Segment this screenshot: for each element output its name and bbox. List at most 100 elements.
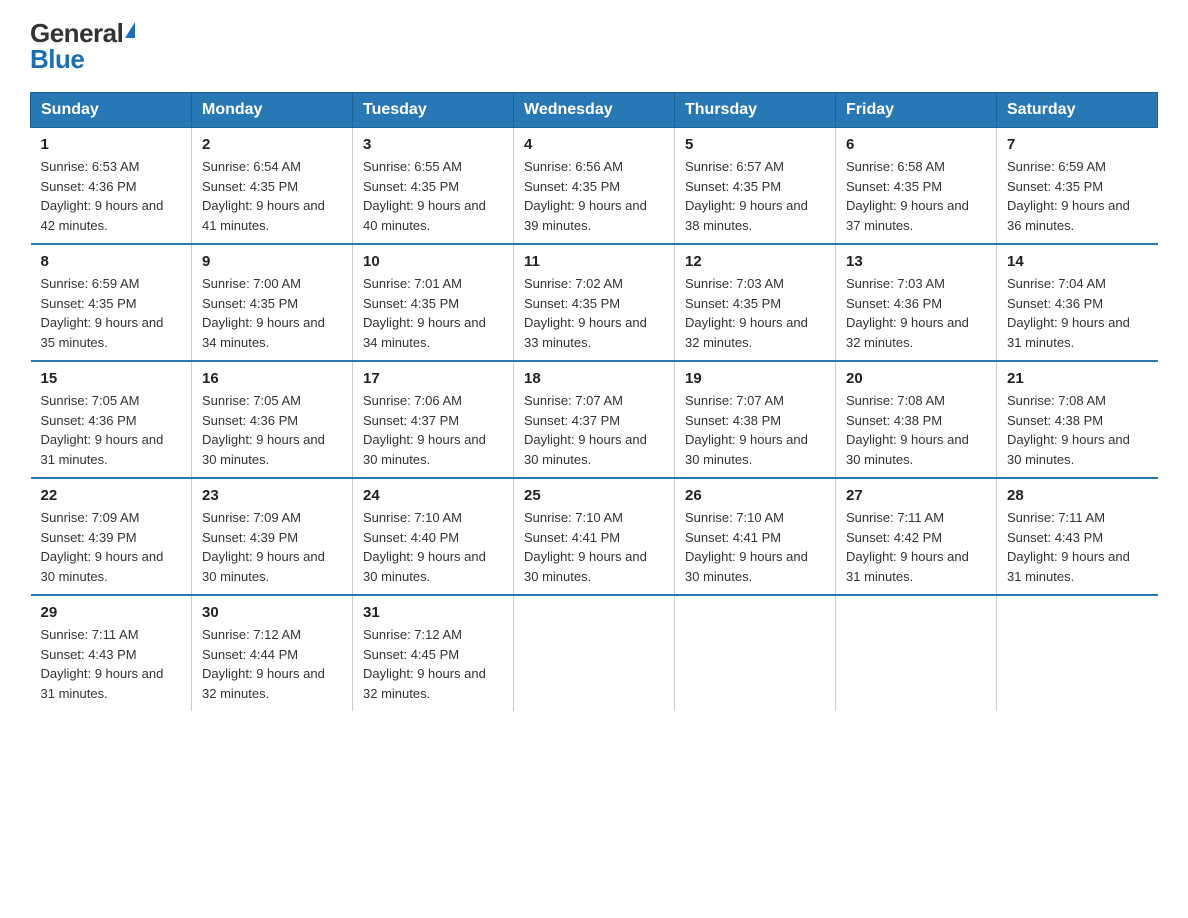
day-number: 28 (1007, 487, 1148, 504)
day-info: Sunrise: 7:07 AMSunset: 4:37 PMDaylight:… (524, 393, 647, 467)
day-info: Sunrise: 6:56 AMSunset: 4:35 PMDaylight:… (524, 159, 647, 233)
day-number: 16 (202, 370, 342, 387)
calendar-day-cell: 10 Sunrise: 7:01 AMSunset: 4:35 PMDaylig… (353, 244, 514, 361)
day-number: 24 (363, 487, 503, 504)
calendar-day-cell: 23 Sunrise: 7:09 AMSunset: 4:39 PMDaylig… (192, 478, 353, 595)
day-number: 26 (685, 487, 825, 504)
day-info: Sunrise: 6:57 AMSunset: 4:35 PMDaylight:… (685, 159, 808, 233)
logo-general-text: General (30, 20, 123, 46)
weekday-header-friday: Friday (836, 93, 997, 128)
day-number: 27 (846, 487, 986, 504)
weekday-header-monday: Monday (192, 93, 353, 128)
calendar-day-cell: 16 Sunrise: 7:05 AMSunset: 4:36 PMDaylig… (192, 361, 353, 478)
day-number: 1 (41, 136, 182, 153)
day-number: 10 (363, 253, 503, 270)
day-info: Sunrise: 7:10 AMSunset: 4:41 PMDaylight:… (524, 510, 647, 584)
weekday-header-saturday: Saturday (997, 93, 1158, 128)
day-info: Sunrise: 6:59 AMSunset: 4:35 PMDaylight:… (41, 276, 164, 350)
day-info: Sunrise: 7:04 AMSunset: 4:36 PMDaylight:… (1007, 276, 1130, 350)
day-number: 23 (202, 487, 342, 504)
calendar-day-cell: 14 Sunrise: 7:04 AMSunset: 4:36 PMDaylig… (997, 244, 1158, 361)
calendar-day-cell: 12 Sunrise: 7:03 AMSunset: 4:35 PMDaylig… (675, 244, 836, 361)
calendar-day-cell: 1 Sunrise: 6:53 AMSunset: 4:36 PMDayligh… (31, 128, 192, 245)
day-info: Sunrise: 7:10 AMSunset: 4:40 PMDaylight:… (363, 510, 486, 584)
page-header: General Blue (30, 20, 1158, 72)
logo-triangle-icon (125, 22, 135, 38)
day-number: 15 (41, 370, 182, 387)
calendar-day-cell: 2 Sunrise: 6:54 AMSunset: 4:35 PMDayligh… (192, 128, 353, 245)
day-info: Sunrise: 7:08 AMSunset: 4:38 PMDaylight:… (846, 393, 969, 467)
calendar-day-cell: 24 Sunrise: 7:10 AMSunset: 4:40 PMDaylig… (353, 478, 514, 595)
calendar-day-cell: 20 Sunrise: 7:08 AMSunset: 4:38 PMDaylig… (836, 361, 997, 478)
weekday-header-thursday: Thursday (675, 93, 836, 128)
calendar-day-cell (836, 595, 997, 711)
day-info: Sunrise: 7:12 AMSunset: 4:45 PMDaylight:… (363, 627, 486, 701)
calendar-day-cell (997, 595, 1158, 711)
calendar-day-cell: 31 Sunrise: 7:12 AMSunset: 4:45 PMDaylig… (353, 595, 514, 711)
day-info: Sunrise: 7:06 AMSunset: 4:37 PMDaylight:… (363, 393, 486, 467)
day-number: 19 (685, 370, 825, 387)
calendar-week-row: 1 Sunrise: 6:53 AMSunset: 4:36 PMDayligh… (31, 128, 1158, 245)
day-info: Sunrise: 7:07 AMSunset: 4:38 PMDaylight:… (685, 393, 808, 467)
weekday-header-tuesday: Tuesday (353, 93, 514, 128)
calendar-day-cell: 28 Sunrise: 7:11 AMSunset: 4:43 PMDaylig… (997, 478, 1158, 595)
day-number: 3 (363, 136, 503, 153)
calendar-day-cell: 19 Sunrise: 7:07 AMSunset: 4:38 PMDaylig… (675, 361, 836, 478)
day-number: 25 (524, 487, 664, 504)
day-number: 31 (363, 604, 503, 621)
day-info: Sunrise: 7:09 AMSunset: 4:39 PMDaylight:… (41, 510, 164, 584)
day-number: 11 (524, 253, 664, 270)
day-info: Sunrise: 7:11 AMSunset: 4:42 PMDaylight:… (846, 510, 969, 584)
weekday-header-wednesday: Wednesday (514, 93, 675, 128)
day-number: 21 (1007, 370, 1148, 387)
day-info: Sunrise: 6:58 AMSunset: 4:35 PMDaylight:… (846, 159, 969, 233)
calendar-day-cell: 17 Sunrise: 7:06 AMSunset: 4:37 PMDaylig… (353, 361, 514, 478)
calendar-day-cell: 21 Sunrise: 7:08 AMSunset: 4:38 PMDaylig… (997, 361, 1158, 478)
calendar-day-cell (514, 595, 675, 711)
calendar-day-cell: 30 Sunrise: 7:12 AMSunset: 4:44 PMDaylig… (192, 595, 353, 711)
day-info: Sunrise: 7:01 AMSunset: 4:35 PMDaylight:… (363, 276, 486, 350)
calendar-day-cell: 3 Sunrise: 6:55 AMSunset: 4:35 PMDayligh… (353, 128, 514, 245)
day-info: Sunrise: 7:09 AMSunset: 4:39 PMDaylight:… (202, 510, 325, 584)
day-info: Sunrise: 6:59 AMSunset: 4:35 PMDaylight:… (1007, 159, 1130, 233)
day-info: Sunrise: 7:03 AMSunset: 4:36 PMDaylight:… (846, 276, 969, 350)
calendar-day-cell: 25 Sunrise: 7:10 AMSunset: 4:41 PMDaylig… (514, 478, 675, 595)
calendar-day-cell: 11 Sunrise: 7:02 AMSunset: 4:35 PMDaylig… (514, 244, 675, 361)
calendar-day-cell: 26 Sunrise: 7:10 AMSunset: 4:41 PMDaylig… (675, 478, 836, 595)
day-info: Sunrise: 6:53 AMSunset: 4:36 PMDaylight:… (41, 159, 164, 233)
day-info: Sunrise: 7:05 AMSunset: 4:36 PMDaylight:… (202, 393, 325, 467)
day-number: 5 (685, 136, 825, 153)
day-info: Sunrise: 7:00 AMSunset: 4:35 PMDaylight:… (202, 276, 325, 350)
day-number: 8 (41, 253, 182, 270)
day-number: 6 (846, 136, 986, 153)
calendar-day-cell: 8 Sunrise: 6:59 AMSunset: 4:35 PMDayligh… (31, 244, 192, 361)
calendar-day-cell: 29 Sunrise: 7:11 AMSunset: 4:43 PMDaylig… (31, 595, 192, 711)
day-number: 30 (202, 604, 342, 621)
day-number: 17 (363, 370, 503, 387)
calendar-week-row: 22 Sunrise: 7:09 AMSunset: 4:39 PMDaylig… (31, 478, 1158, 595)
weekday-header-sunday: Sunday (31, 93, 192, 128)
day-number: 18 (524, 370, 664, 387)
day-number: 22 (41, 487, 182, 504)
calendar-day-cell: 15 Sunrise: 7:05 AMSunset: 4:36 PMDaylig… (31, 361, 192, 478)
day-info: Sunrise: 6:54 AMSunset: 4:35 PMDaylight:… (202, 159, 325, 233)
day-info: Sunrise: 6:55 AMSunset: 4:35 PMDaylight:… (363, 159, 486, 233)
weekday-header-row: SundayMondayTuesdayWednesdayThursdayFrid… (31, 93, 1158, 128)
day-number: 20 (846, 370, 986, 387)
day-info: Sunrise: 7:11 AMSunset: 4:43 PMDaylight:… (1007, 510, 1130, 584)
calendar-day-cell: 5 Sunrise: 6:57 AMSunset: 4:35 PMDayligh… (675, 128, 836, 245)
day-number: 29 (41, 604, 182, 621)
calendar-week-row: 8 Sunrise: 6:59 AMSunset: 4:35 PMDayligh… (31, 244, 1158, 361)
day-number: 2 (202, 136, 342, 153)
day-info: Sunrise: 7:02 AMSunset: 4:35 PMDaylight:… (524, 276, 647, 350)
calendar-day-cell: 13 Sunrise: 7:03 AMSunset: 4:36 PMDaylig… (836, 244, 997, 361)
calendar-day-cell (675, 595, 836, 711)
calendar-week-row: 29 Sunrise: 7:11 AMSunset: 4:43 PMDaylig… (31, 595, 1158, 711)
day-info: Sunrise: 7:12 AMSunset: 4:44 PMDaylight:… (202, 627, 325, 701)
day-number: 14 (1007, 253, 1148, 270)
calendar-day-cell: 6 Sunrise: 6:58 AMSunset: 4:35 PMDayligh… (836, 128, 997, 245)
day-number: 13 (846, 253, 986, 270)
day-info: Sunrise: 7:03 AMSunset: 4:35 PMDaylight:… (685, 276, 808, 350)
day-number: 12 (685, 253, 825, 270)
calendar-day-cell: 4 Sunrise: 6:56 AMSunset: 4:35 PMDayligh… (514, 128, 675, 245)
